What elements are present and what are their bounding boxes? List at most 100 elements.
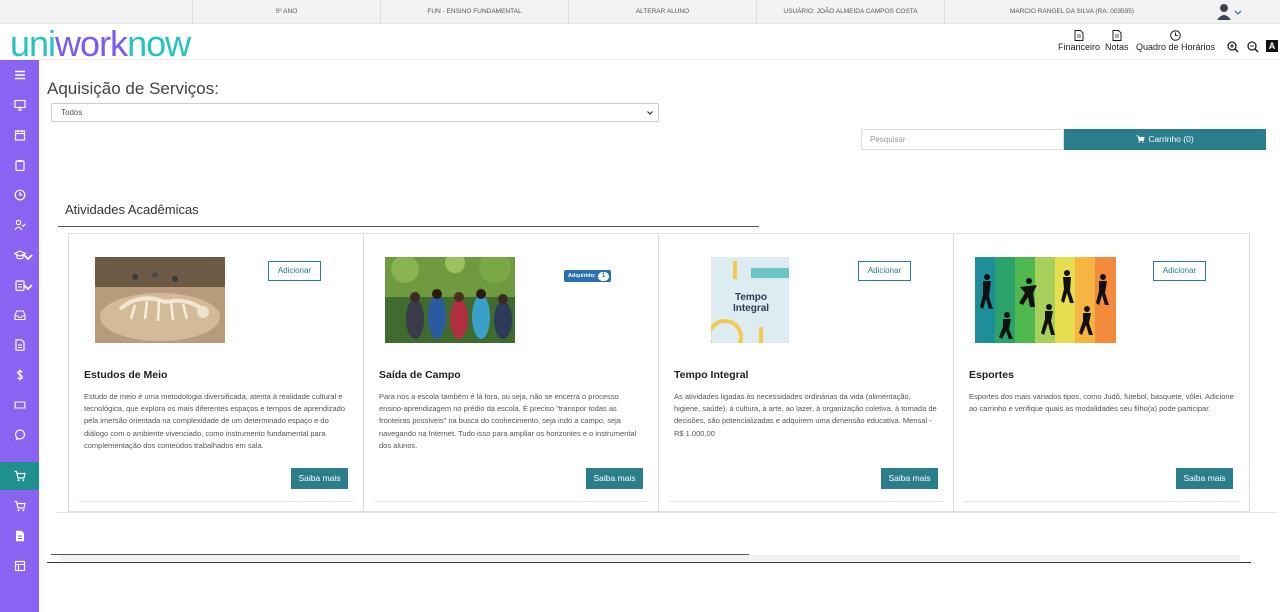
service-card-esportes: Adicionar Esportes Esportes dos mais var… xyxy=(954,234,1249,512)
file-icon xyxy=(14,339,25,351)
zoom-out-icon[interactable] xyxy=(1246,40,1260,54)
sidebar-item-education[interactable] xyxy=(0,241,39,269)
app-header: uniworknow Financeiro Notas Quadro de Ho… xyxy=(0,24,1280,62)
cart-label: Carrinho (0) xyxy=(1148,134,1194,144)
sidebar-item-cart[interactable] xyxy=(0,492,39,520)
contrast-toggle-button[interactable]: A xyxy=(1266,40,1278,52)
card-description: Para nós a escola também é lá fora, ou s… xyxy=(379,392,637,450)
chevron-down-icon xyxy=(23,284,33,291)
service-cards: Adicionar Estudos de Meio Estudo de meio… xyxy=(68,233,1250,512)
card-title: Esportes xyxy=(969,369,1014,381)
learn-more-button[interactable]: Saiba mais xyxy=(1176,468,1233,489)
notes-icon xyxy=(1112,30,1122,41)
sidebar xyxy=(0,60,39,612)
header-link-label: Quadro de Horários xyxy=(1136,42,1216,52)
sidebar-item-inbox[interactable] xyxy=(0,301,39,329)
card-divider xyxy=(669,501,944,502)
sidebar-item-cart-active[interactable] xyxy=(0,462,39,490)
card-title: Tempo Integral xyxy=(674,369,749,381)
header-link-quadro-horarios[interactable]: Quadro de Horários xyxy=(1136,30,1215,52)
section-title: Atividades Acadêmicas xyxy=(65,202,199,217)
category-filter-select[interactable]: Todos xyxy=(51,103,659,122)
service-card-tempo-integral: Tempo Integral Adicionar Tempo Integral … xyxy=(659,234,954,512)
learn-more-button[interactable]: Saiba mais xyxy=(881,468,938,489)
learn-more-button[interactable]: Saiba mais xyxy=(291,468,348,489)
sidebar-item-clock[interactable] xyxy=(0,181,39,209)
add-button[interactable]: Adicionar xyxy=(268,261,321,281)
card-divider xyxy=(374,501,649,502)
cart-icon xyxy=(14,470,26,482)
filter-selected-value: Todos xyxy=(61,108,83,117)
clipboard-icon xyxy=(14,160,25,171)
learn-more-button[interactable]: Saiba mais xyxy=(586,468,643,489)
divider xyxy=(57,512,1277,513)
sidebar-item-monitor[interactable] xyxy=(0,91,39,119)
horizontal-scrollbar[interactable] xyxy=(60,555,1240,561)
header-link-notas[interactable]: Notas xyxy=(1105,30,1129,52)
card-title: Estudos de Meio xyxy=(84,369,168,381)
sidebar-item-document[interactable] xyxy=(0,522,39,550)
card-image xyxy=(95,257,225,343)
user-avatar-icon[interactable] xyxy=(1215,2,1243,22)
service-card-estudos-de-meio: Adicionar Estudos de Meio Estudo de meio… xyxy=(69,234,364,512)
cart-button[interactable]: Carrinho (0) xyxy=(1064,129,1266,150)
monitor-icon xyxy=(13,99,26,111)
search-input[interactable]: Pesquisar xyxy=(861,129,1064,150)
dollar-icon xyxy=(16,369,23,381)
header-link-label: Notas xyxy=(1105,42,1129,52)
inbox-icon xyxy=(13,310,26,321)
layout-icon xyxy=(14,560,25,572)
calendar-icon xyxy=(14,130,25,141)
acquired-badge: Adquirido: 1 xyxy=(564,270,612,282)
image-caption-1: Tempo xyxy=(735,292,767,303)
add-button[interactable]: Adicionar xyxy=(1153,261,1206,281)
card-image xyxy=(385,257,515,343)
change-student-link[interactable]: ALTERAR ALUNO xyxy=(568,0,756,24)
divider xyxy=(47,562,1251,563)
sidebar-item-finance[interactable] xyxy=(0,361,39,389)
header-link-label: Financeiro xyxy=(1058,42,1101,52)
sidebar-item-clipboard-list[interactable] xyxy=(0,271,39,299)
card-image: Tempo Integral xyxy=(711,257,789,343)
header-link-financeiro[interactable]: Financeiro xyxy=(1058,30,1100,52)
sidebar-item-clipboard[interactable] xyxy=(0,151,39,179)
sidebar-menu-toggle[interactable] xyxy=(0,61,39,89)
grade-label: 5º ANO xyxy=(192,0,380,24)
page-title: Aquisição de Serviços: xyxy=(47,79,219,98)
uniworknow-logo[interactable]: uniworknow xyxy=(10,26,191,62)
chevron-down-icon xyxy=(647,111,653,115)
sidebar-item-file[interactable] xyxy=(0,331,39,359)
card-title: Saída de Campo xyxy=(379,369,461,381)
section-divider xyxy=(58,226,759,227)
zoom-in-icon[interactable] xyxy=(1226,40,1240,54)
user-label: USUÁRIO: JOÃO ALMEIDA CAMPOS COSTA xyxy=(756,0,944,24)
add-button[interactable]: Adicionar xyxy=(858,261,911,281)
menu-icon xyxy=(14,70,25,80)
top-info-bar: 5º ANO FUN - ENSINO FUNDAMENTAL ALTERAR … xyxy=(0,0,1280,24)
card-divider xyxy=(79,501,354,502)
clock-icon xyxy=(14,189,25,201)
cart-icon xyxy=(1136,135,1145,143)
sidebar-item-ticket[interactable] xyxy=(0,391,39,419)
acquired-label: Adquirido: xyxy=(568,273,596,279)
sidebar-item-calendar[interactable] xyxy=(0,121,39,149)
sidebar-item-layout[interactable] xyxy=(0,552,39,580)
acquired-count: 1 xyxy=(597,272,610,281)
user-check-icon xyxy=(13,219,26,231)
student-label: MARCIO RANGEL DA SILVA (RA: 003595) xyxy=(944,0,1199,24)
ticket-icon xyxy=(13,401,26,409)
card-description: Esportes dos mais variados tipos, como J… xyxy=(969,392,1234,414)
document-icon xyxy=(1074,30,1084,41)
cart-icon xyxy=(14,500,26,512)
card-image xyxy=(975,257,1116,343)
card-description: Estudo de meio é uma metodologia diversi… xyxy=(84,392,345,450)
clock-icon xyxy=(1170,30,1181,41)
card-description: As atividades ligadas às necessidades or… xyxy=(674,392,937,438)
document-icon xyxy=(15,530,24,542)
image-caption-2: Integral xyxy=(733,303,769,314)
card-divider xyxy=(964,501,1239,502)
sidebar-item-user-check[interactable] xyxy=(0,211,39,239)
chat-icon xyxy=(14,429,25,441)
sidebar-item-chat[interactable] xyxy=(0,421,39,449)
service-card-saida-de-campo: Adquirido: 1 Saída de Campo Para nós a es… xyxy=(364,234,659,512)
